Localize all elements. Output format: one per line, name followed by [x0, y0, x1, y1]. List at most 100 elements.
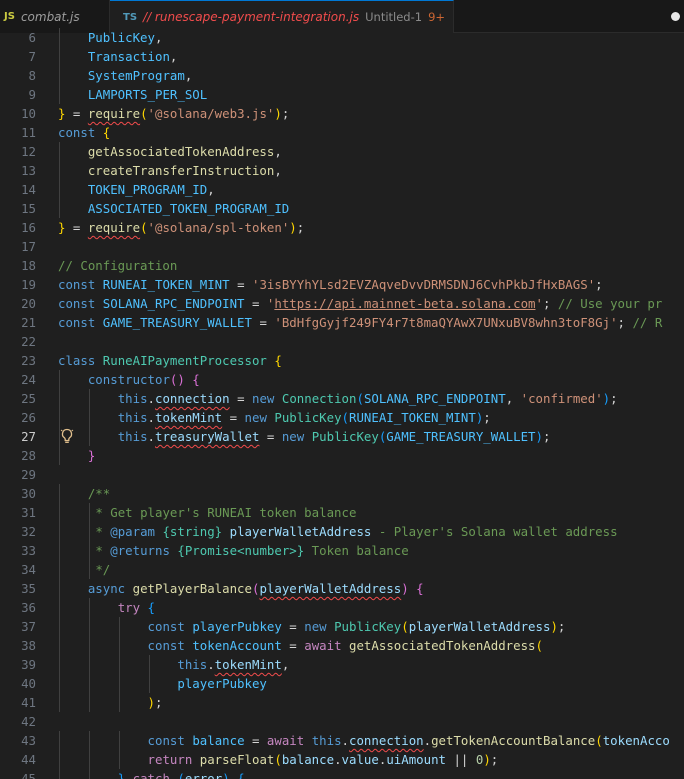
code-line[interactable]: 39 this.tokenMint,: [0, 655, 684, 674]
code-token: async: [87, 581, 126, 596]
code-line[interactable]: 25 this.connection = new Connection(SOLA…: [0, 389, 684, 408]
code-text: getAssociatedTokenAddress,: [58, 142, 282, 161]
code-line[interactable]: 27 this.treasuryWallet = new PublicKey(G…: [0, 427, 684, 446]
code-line[interactable]: 26 this.tokenMint = new PublicKey(RUNEAI…: [0, 408, 684, 427]
code-line[interactable]: 19 const RUNEAI_TOKEN_MINT = '3isBYYhYLsd…: [0, 275, 684, 294]
code-token: ,: [274, 163, 282, 178]
code-token: new: [281, 429, 305, 444]
code-token: treasuryWallet: [155, 429, 260, 444]
code-line[interactable]: 44 return parseFloat(balance.value.uiAmo…: [0, 750, 684, 769]
code-token: const: [147, 638, 185, 653]
code-line[interactable]: 35 async getPlayerBalance(playerWalletAd…: [0, 579, 684, 598]
code-token: new: [304, 619, 327, 634]
code-token: =: [65, 106, 88, 121]
code-line[interactable]: 31 * Get player's RUNEAI token balance: [0, 503, 684, 522]
code-line[interactable]: 11 const {: [0, 123, 684, 142]
code-line[interactable]: 10} = require('@solana/web3.js');: [0, 104, 684, 123]
code-line[interactable]: 40 playerPubkey: [0, 674, 684, 693]
code-line[interactable]: 18 // Configuration: [0, 256, 684, 275]
code-token: PublicKey: [274, 410, 342, 425]
code-line[interactable]: 33 * @returns {Promise<number>} Token ba…: [0, 541, 684, 560]
code-line[interactable]: 22: [0, 332, 684, 351]
code-token: ;: [155, 695, 163, 710]
code-token: PublicKey: [311, 429, 379, 444]
line-number: 9: [28, 87, 36, 102]
line-number: 25: [21, 391, 36, 406]
code-line[interactable]: 23 class RuneAIPaymentProcessor {: [0, 351, 684, 370]
code-token: ): [274, 106, 282, 121]
code-token: {: [237, 771, 245, 779]
code-token: (: [140, 220, 148, 235]
code-line[interactable]: 24 constructor() {: [0, 370, 684, 389]
code-text: this.connection = new Connection(SOLANA_…: [58, 389, 618, 408]
code-line[interactable]: 34 */: [0, 560, 684, 579]
code-text: } = require('@solana/web3.js');: [58, 104, 289, 123]
code-text: );: [58, 693, 163, 712]
code-line[interactable]: 13 createTransferInstruction,: [0, 161, 684, 180]
code-line[interactable]: 42: [0, 712, 684, 731]
line-number: 31: [21, 505, 36, 520]
code-token: {: [274, 353, 282, 368]
code-token: {: [147, 600, 156, 615]
code-text: const tokenAccount = await getAssociated…: [58, 636, 543, 655]
code-token: ,: [505, 391, 521, 406]
code-text: this.tokenMint = new PublicKey(RUNEAI_TO…: [58, 408, 491, 427]
code-token: */: [95, 562, 111, 577]
code-token: constructor: [87, 372, 170, 387]
code-text: const playerPubkey = new PublicKey(playe…: [58, 617, 566, 636]
code-token: getPlayerBalance: [132, 581, 252, 596]
code-text: /**: [58, 484, 110, 503]
code-line[interactable]: 21 const GAME_TREASURY_WALLET = 'BdHfgGyj…: [0, 313, 684, 332]
code-token: {: [102, 125, 111, 140]
code-token: ,: [154, 30, 163, 45]
code-line[interactable]: 29: [0, 465, 684, 484]
line-number: 6: [28, 30, 36, 45]
code-line[interactable]: 20 const SOLANA_RPC_ENDPOINT = 'https://a…: [0, 294, 684, 313]
code-line[interactable]: 7 Transaction,: [0, 47, 684, 66]
line-number: 7: [28, 49, 36, 64]
code-line[interactable]: 17: [0, 237, 684, 256]
code-token: const: [58, 277, 96, 292]
code-line[interactable]: 43 const balance = await this.connection…: [0, 731, 684, 750]
code-token: const: [147, 619, 185, 634]
code-line[interactable]: 15 ASSOCIATED_TOKEN_PROGRAM_ID: [0, 199, 684, 218]
code-line[interactable]: 14 TOKEN_PROGRAM_ID,: [0, 180, 684, 199]
code-token: // Configuration: [58, 258, 178, 273]
code-token: ,: [169, 49, 178, 64]
code-text: this.tokenMint,: [58, 655, 289, 674]
code-text: try {: [58, 598, 155, 617]
code-token: Connection: [281, 391, 357, 406]
code-line[interactable]: 12 getAssociatedTokenAddress,: [0, 142, 684, 161]
code-token: =: [244, 296, 267, 311]
code-line[interactable]: 28 }: [0, 446, 684, 465]
code-line[interactable]: 16} = require('@solana/spl-token');: [0, 218, 684, 237]
code-line[interactable]: 36 try {: [0, 598, 684, 617]
code-token: tokenMint: [155, 410, 223, 425]
code-token: playerPubkey: [177, 676, 267, 691]
code-line[interactable]: 8 SystemProgram,: [0, 66, 684, 85]
code-line[interactable]: 37 const playerPubkey = new PublicKey(pl…: [0, 617, 684, 636]
code-editor[interactable]: 6 PublicKey, 7 Transaction, 8 SystemProgra…: [0, 28, 684, 779]
code-line[interactable]: 9 LAMPORTS_PER_SOL: [0, 85, 684, 104]
code-line[interactable]: 38 const tokenAccount = await getAssocia…: [0, 636, 684, 655]
code-token: RUNEAI_TOKEN_MINT: [349, 410, 476, 425]
code-line[interactable]: 30 /**: [0, 484, 684, 503]
code-token: =: [281, 619, 305, 634]
code-token: GAME_TREASURY_WALLET: [102, 315, 252, 330]
code-token: return: [147, 752, 193, 767]
line-number: 37: [21, 619, 36, 634]
code-line[interactable]: 41 );: [0, 693, 684, 712]
javascript-file-icon: JS: [4, 11, 15, 22]
code-line[interactable]: 6 PublicKey,: [0, 28, 684, 47]
status-dot-icon: [671, 12, 680, 21]
lightbulb-icon[interactable]: [60, 428, 74, 444]
code-line[interactable]: 32 * @param {string} playerWalletAddress…: [0, 522, 684, 541]
code-line[interactable]: 45 } catch (error) {: [0, 769, 684, 779]
